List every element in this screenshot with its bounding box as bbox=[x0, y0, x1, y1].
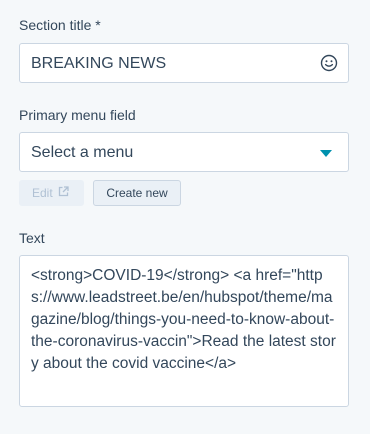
text-label: Text bbox=[19, 230, 45, 246]
create-new-menu-button[interactable]: Create new bbox=[93, 180, 181, 206]
edit-menu-button[interactable]: Edit bbox=[19, 180, 84, 206]
text-textarea[interactable]: <strong>COVID-19</strong> <a href="https… bbox=[19, 255, 349, 407]
primary-menu-select[interactable]: Select a menu bbox=[19, 132, 349, 172]
smiley-icon[interactable] bbox=[320, 54, 338, 72]
primary-menu-label: Primary menu field bbox=[19, 107, 136, 123]
section-title-label: Section title * bbox=[19, 17, 101, 33]
edit-menu-label: Edit bbox=[32, 186, 53, 200]
external-link-icon bbox=[58, 186, 69, 200]
section-title-input[interactable]: BREAKING NEWS bbox=[19, 43, 349, 83]
section-title-value[interactable]: BREAKING NEWS bbox=[31, 55, 166, 73]
chevron-down-icon bbox=[320, 150, 332, 157]
primary-menu-selected: Select a menu bbox=[31, 144, 134, 161]
module-settings-panel: Section title * BREAKING NEWS Primary me… bbox=[0, 0, 370, 434]
